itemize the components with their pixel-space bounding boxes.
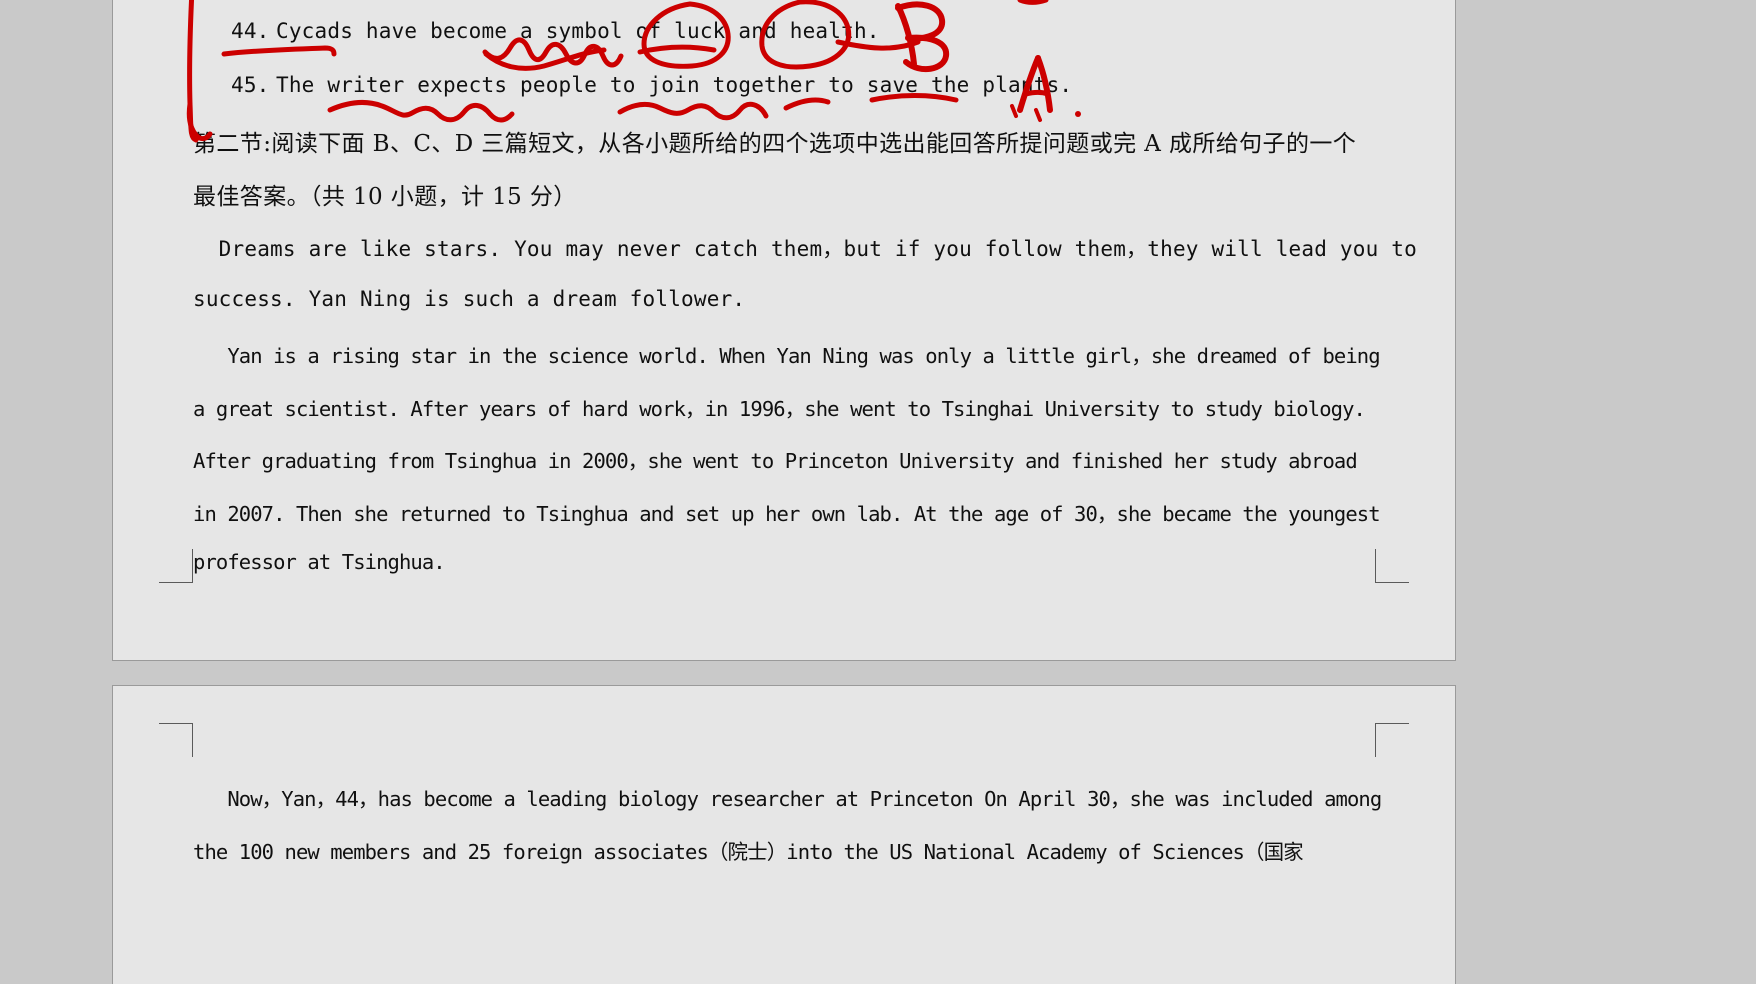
document-page-2[interactable]: Now，Yan，44，has become a leading biology … bbox=[112, 685, 1456, 984]
crop-mark-top-left bbox=[159, 723, 193, 757]
crop-mark-bottom-left bbox=[159, 549, 193, 583]
passage-p2-line-4: in 2007. Then she returned to Tsinghua a… bbox=[193, 502, 1381, 526]
passage-p1-line-1: Dreams are like stars. You may never cat… bbox=[193, 237, 1417, 261]
passage-p2-line-5: professor at Tsinghua. bbox=[193, 550, 446, 574]
page-2-content: Now，Yan，44，has become a leading biology … bbox=[113, 686, 1455, 984]
passage-p2-line-1: Yan is a rising star in the science worl… bbox=[193, 344, 1380, 368]
passage-p1-line-2: success. Yan Ning is such a dream follow… bbox=[193, 287, 746, 311]
crop-mark-bottom-right bbox=[1375, 549, 1409, 583]
section-heading-line-1: 第二节:阅读下面 B、C、D 三篇短文，从各小题所给的四个选项中选出能回答所提问… bbox=[193, 131, 1357, 157]
document-viewer[interactable]: 44. Cycads have become a symbol of luck … bbox=[0, 0, 1756, 984]
crop-mark-top-right bbox=[1375, 723, 1409, 757]
question-45-number: 45. bbox=[231, 73, 270, 97]
document-page-1[interactable]: 44. Cycads have become a symbol of luck … bbox=[112, 0, 1456, 661]
question-44-text: Cycads have become a symbol of luck and … bbox=[276, 19, 880, 43]
question-44-number: 44. bbox=[231, 19, 270, 43]
page-1-content: 44. Cycads have become a symbol of luck … bbox=[113, 0, 1455, 660]
page2-p1-line-1: Now，Yan，44，has become a leading biology … bbox=[193, 787, 1382, 811]
passage-p2-line-2: a great scientist. After years of hard w… bbox=[193, 397, 1366, 421]
page2-p1-line-2: the 100 new members and 25 foreign assoc… bbox=[193, 840, 1304, 864]
passage-p2-line-3: After graduating from Tsinghua in 2000，s… bbox=[193, 449, 1358, 473]
question-45-text: The writer expects people to join togeth… bbox=[276, 73, 1073, 97]
section-heading-line-2: 最佳答案。（共 10 小题，计 15 分） bbox=[193, 184, 577, 210]
